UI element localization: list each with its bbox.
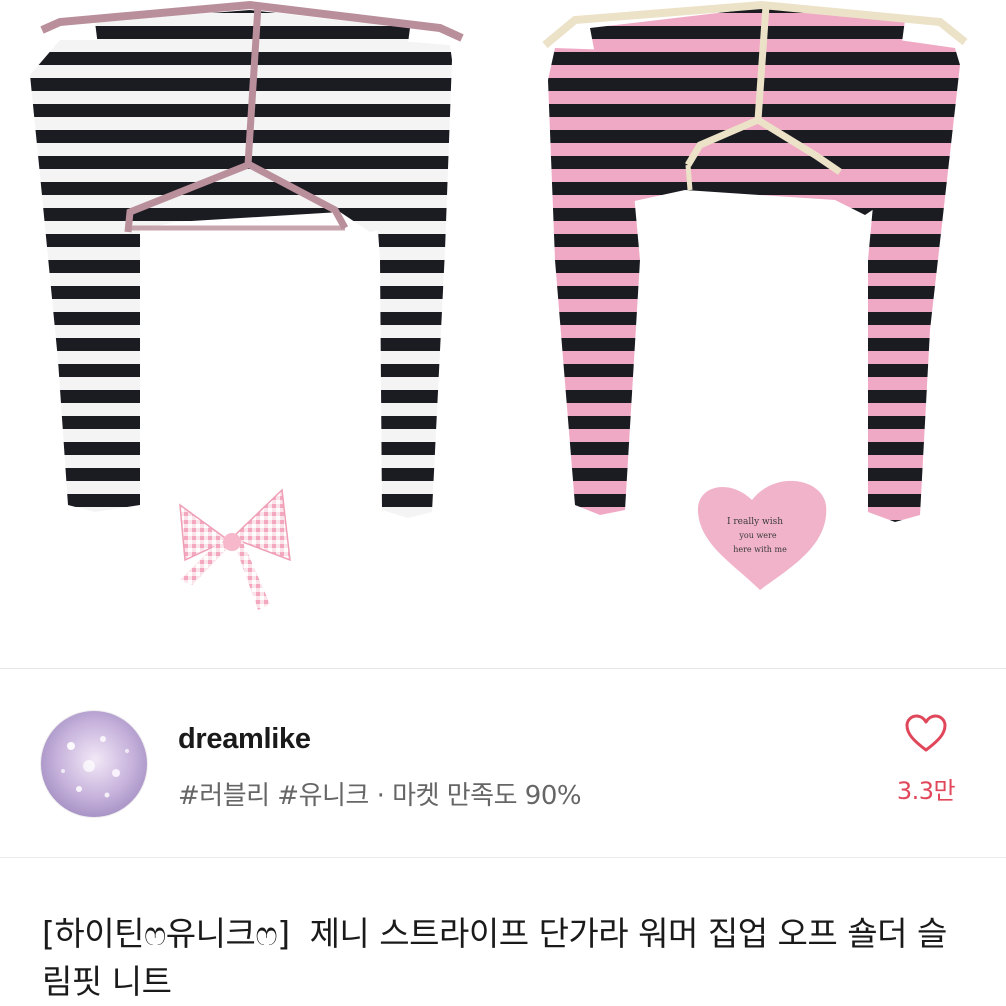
product-title: [하이틴ෆ유니크ෆ] 제니 스트라이프 단가라 워머 집업 오프 숄더 슬림핏 … xyxy=(42,914,947,1001)
like-button[interactable]: 3.3만 xyxy=(880,713,972,813)
heart-card-line-3: here with me xyxy=(733,545,787,554)
divider xyxy=(0,857,1006,858)
heart-outline-icon[interactable] xyxy=(904,713,948,753)
heart-card-line-2: you were xyxy=(738,531,776,540)
seller-section[interactable]: dreamlike #러블리 #유니크 · 마켓 만족도 90% 3.3만 xyxy=(0,669,1006,857)
heart-card-line-1: I really wish xyxy=(727,517,783,527)
bow-decoration xyxy=(179,488,291,610)
like-count: 3.3만 xyxy=(896,777,956,805)
heart-card: I really wish you were here with me xyxy=(697,480,827,590)
garment-black-white xyxy=(30,0,464,518)
product-image[interactable]: I really wish you were here with me xyxy=(0,0,1006,668)
seller-avatar[interactable] xyxy=(40,710,148,818)
seller-tags: #러블리 #유니크 · 마켓 만족도 90% xyxy=(178,781,582,811)
seller-name[interactable]: dreamlike xyxy=(178,723,311,756)
garment-black-pink xyxy=(542,0,968,522)
product-photo: I really wish you were here with me xyxy=(30,0,968,610)
